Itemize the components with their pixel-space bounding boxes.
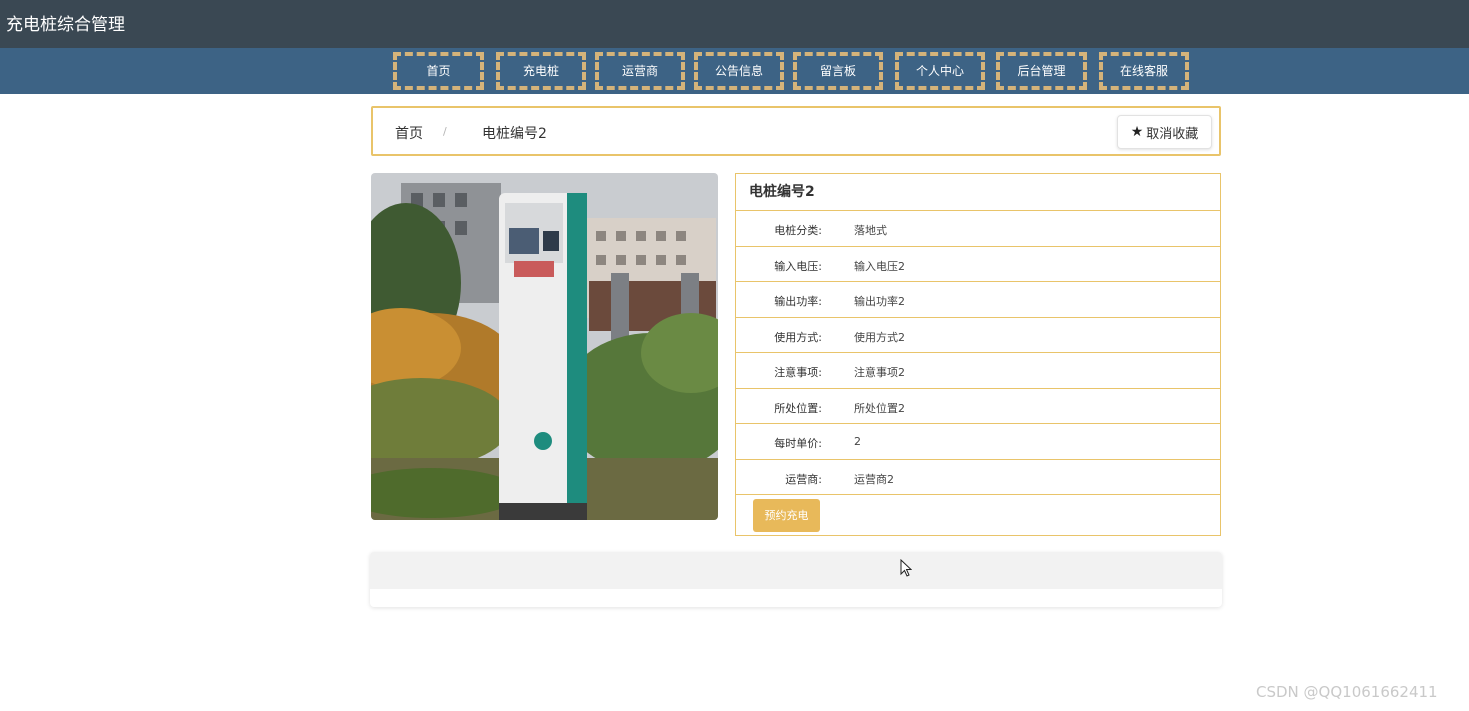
star-icon: ★: [1130, 124, 1144, 140]
detail-value: 使用方式2: [854, 330, 905, 344]
detail-row: 运营商: 运营商2: [736, 460, 1220, 495]
detail-value: 2: [854, 435, 861, 448]
detail-value: 落地式: [854, 224, 887, 237]
pile-detail-panel: 电桩编号2 电桩分类: 落地式 输入电压: 输入电压2 输出功率: 输出功率2 …: [735, 173, 1221, 536]
comment-panel-header: [370, 552, 1222, 589]
detail-label: 输入电压:: [774, 259, 822, 273]
unfavorite-button-label: 取消收藏: [1146, 126, 1199, 142]
breadcrumb: 首页 / 电桩编号2 ★ 取消收藏: [371, 106, 1221, 156]
book-charging-button[interactable]: 预约充电: [753, 499, 820, 532]
nav-item-message-board[interactable]: 留言板: [793, 52, 883, 90]
nav-item-charging-piles[interactable]: 充电桩: [496, 52, 586, 90]
comment-panel: [370, 552, 1222, 607]
nav-item-operators[interactable]: 运营商: [595, 52, 685, 90]
breadcrumb-home-link[interactable]: 首页: [395, 123, 423, 143]
nav-item-announcements[interactable]: 公告信息: [694, 52, 784, 90]
detail-value: 运营商2: [854, 472, 894, 486]
breadcrumb-separator: /: [443, 125, 447, 138]
nav-item-online-service[interactable]: 在线客服: [1099, 52, 1189, 90]
nav-item-personal-center[interactable]: 个人中心: [895, 52, 985, 90]
detail-value: 注意事项2: [854, 366, 905, 379]
detail-row: 电桩分类: 落地式: [736, 211, 1220, 247]
detail-row: 输入电压: 输入电压2: [736, 247, 1220, 282]
detail-value: 输出功率2: [854, 295, 905, 308]
breadcrumb-current: 电桩编号2: [482, 126, 547, 142]
detail-row: 使用方式: 使用方式2: [736, 318, 1220, 353]
detail-label: 运营商:: [785, 472, 822, 486]
site-title: 充电桩综合管理: [6, 15, 125, 35]
main-nav: 首页 充电桩 运营商 公告信息 留言板 个人中心 后台管理 在线客服: [0, 48, 1469, 94]
detail-row: 输出功率: 输出功率2: [736, 282, 1220, 318]
detail-title: 电桩编号2: [736, 174, 1220, 211]
detail-label: 注意事项:: [774, 366, 822, 379]
detail-row: 每时单价: 2: [736, 424, 1220, 460]
detail-label: 使用方式:: [774, 330, 822, 344]
nav-item-home[interactable]: 首页: [393, 52, 484, 90]
detail-label: 所处位置:: [774, 401, 822, 415]
detail-row: 注意事项: 注意事项2: [736, 353, 1220, 389]
detail-label: 输出功率:: [774, 295, 822, 308]
detail-label: 电桩分类:: [774, 224, 822, 237]
watermark: CSDN @QQ1061662411: [1256, 683, 1438, 701]
nav-item-admin[interactable]: 后台管理: [996, 52, 1087, 90]
detail-row: 所处位置: 所处位置2: [736, 389, 1220, 424]
mouse-cursor-icon: [900, 559, 912, 577]
detail-label: 每时单价:: [774, 437, 822, 450]
detail-value: 输入电压2: [854, 259, 905, 273]
top-bar: 充电桩综合管理: [0, 0, 1469, 48]
charging-pile-image: [371, 173, 718, 520]
detail-value: 所处位置2: [854, 401, 905, 415]
unfavorite-button[interactable]: ★ 取消收藏: [1117, 115, 1212, 149]
